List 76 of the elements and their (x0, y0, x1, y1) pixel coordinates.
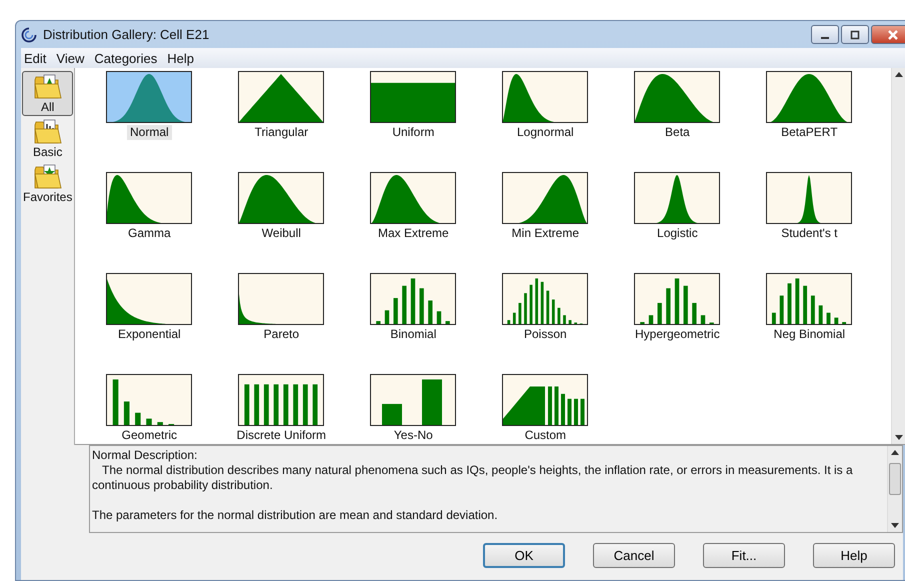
distribution-item[interactable]: Logistic (627, 172, 728, 273)
logistic-chart-icon (634, 172, 720, 224)
menu-item[interactable]: Categories (94, 50, 158, 66)
description-text: The normal distribution describes many natural phenomena such as IQs, people's heights, the inflation rate, or errors in measurements. It is a continuous probability distribution. (92, 463, 854, 493)
distribution-item[interactable]: Custom (495, 374, 596, 444)
maxext-chart-icon (370, 172, 456, 224)
distribution-item[interactable]: Pareto (231, 273, 332, 374)
close-icon (887, 28, 899, 40)
distribution-item[interactable]: Neg Binomial (759, 273, 860, 374)
menu-item[interactable]: View (56, 50, 84, 66)
scrollbar[interactable] (887, 446, 902, 532)
maximize-button[interactable] (841, 25, 869, 44)
beta-chart-icon (634, 71, 720, 123)
distribution-item[interactable]: Yes-No (363, 374, 464, 444)
distribution-item[interactable]: Triangular (231, 71, 332, 172)
minimize-button[interactable] (811, 25, 839, 44)
minext-chart-icon (502, 172, 588, 224)
dialog-button[interactable]: OK (483, 543, 565, 568)
distribution-item[interactable]: Student's t (759, 172, 860, 273)
dialog-button[interactable]: Help (813, 543, 895, 568)
distribution-item[interactable]: Geometric (99, 374, 200, 444)
scroll-up-icon[interactable] (891, 450, 899, 455)
category-item[interactable]: Favorites (22, 161, 74, 206)
distribution-item[interactable]: Max Extreme (363, 172, 464, 273)
category-item[interactable]: All (22, 71, 74, 116)
poisson-chart-icon (502, 273, 588, 325)
minimize-icon (821, 36, 829, 38)
gamma-chart-icon (106, 172, 192, 224)
close-button[interactable] (871, 25, 905, 44)
distribution-item[interactable]: Poisson (495, 273, 596, 374)
distribution-item[interactable]: Uniform (363, 71, 464, 172)
scroll-down-icon[interactable] (891, 523, 899, 528)
distribution-item[interactable]: Normal (99, 71, 200, 172)
distribution-item[interactable]: Gamma (99, 172, 200, 273)
distribution-item[interactable]: Weibull (231, 172, 332, 273)
menu-item[interactable]: Edit (24, 50, 46, 66)
maximize-icon (850, 30, 860, 40)
distribution-item[interactable]: Min Extreme (495, 172, 596, 273)
app-icon (21, 26, 37, 42)
discreteuniform-chart-icon (238, 374, 324, 426)
weibull-chart-icon (238, 172, 324, 224)
pert-chart-icon (766, 71, 852, 123)
description-text: The parameters for the normal distribution are mean and standard deviation. (92, 508, 499, 523)
triangular-chart-icon (238, 71, 324, 123)
folder-icon (34, 164, 62, 190)
folder-icon (34, 119, 62, 145)
uniform-chart-icon (370, 71, 456, 123)
studentt-chart-icon (766, 172, 852, 224)
lognormal-chart-icon (502, 71, 588, 123)
distribution-item[interactable]: Discrete Uniform (231, 374, 332, 444)
distribution-item[interactable]: BetaPERT (759, 71, 860, 172)
geometric-chart-icon (106, 374, 192, 426)
binomial-chart-icon (370, 273, 456, 325)
distribution-item[interactable]: Lognormal (495, 71, 596, 172)
custom-chart-icon (502, 374, 588, 426)
scrollbar[interactable] (891, 68, 905, 444)
exponential-chart-icon (106, 273, 192, 325)
scroll-down-icon[interactable] (895, 435, 904, 440)
yesno-chart-icon (370, 374, 456, 426)
dialog-button[interactable]: Fit... (703, 543, 785, 568)
menu-item[interactable]: Help (167, 50, 194, 66)
negbinomial-chart-icon (766, 273, 852, 325)
pareto-chart-icon (238, 273, 324, 325)
distribution-item[interactable]: Exponential (99, 273, 200, 374)
distribution-item[interactable]: Hypergeometric (627, 273, 728, 374)
normal-chart-icon (106, 71, 192, 123)
hypergeometric-chart-icon (634, 273, 720, 325)
window-title: Distribution Gallery: Cell E21 (43, 27, 210, 42)
scroll-up-icon[interactable] (895, 72, 904, 77)
category-item[interactable]: Basic (22, 116, 74, 161)
distribution-item[interactable]: Beta (627, 71, 728, 172)
scroll-thumb[interactable] (889, 463, 901, 495)
description-title: Normal Description: (92, 448, 198, 463)
distribution-item[interactable]: Binomial (363, 273, 464, 374)
folder-icon (34, 74, 62, 100)
dialog-button[interactable]: Cancel (593, 543, 675, 568)
